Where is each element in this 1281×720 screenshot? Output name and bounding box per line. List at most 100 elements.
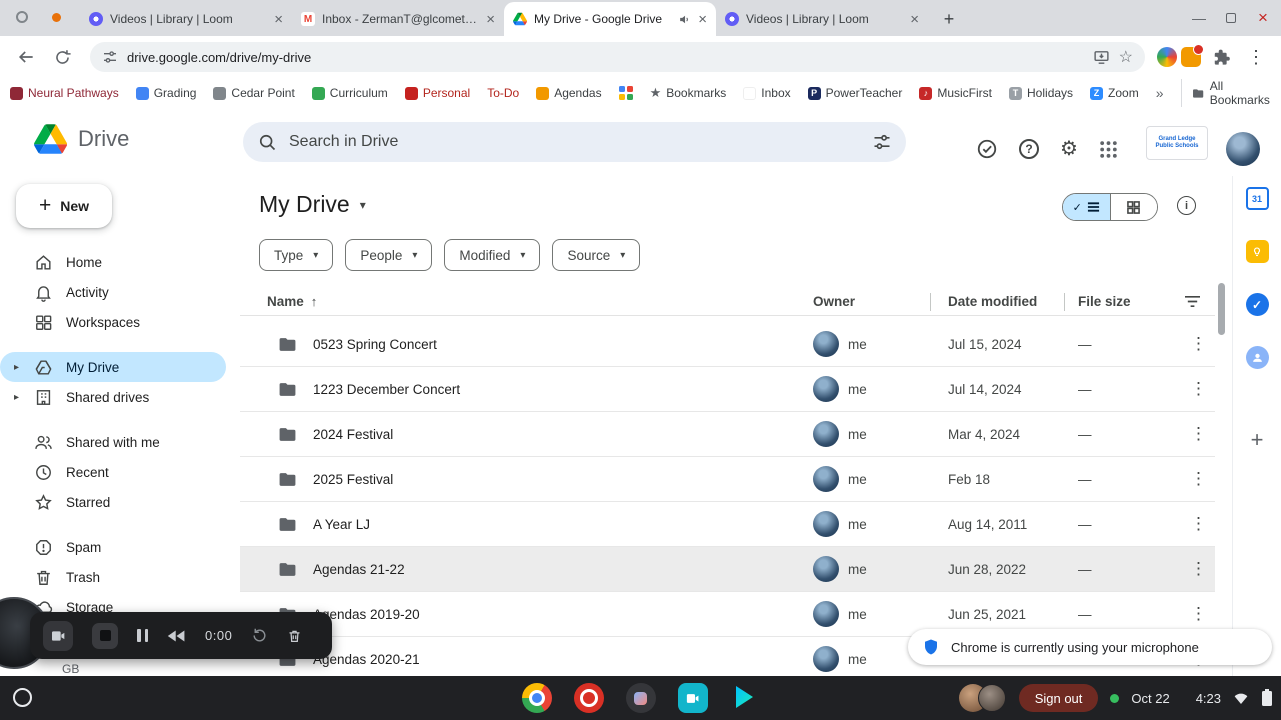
row-menu-icon[interactable]: ⋮ [1184, 559, 1207, 579]
dark-app-icon[interactable] [625, 683, 656, 713]
extension-icon-orange-badge[interactable] [1181, 44, 1204, 67]
launcher-icon[interactable] [13, 688, 32, 707]
bookmark-item[interactable]: ★ Bookmarks [650, 85, 727, 101]
extension-icon-colorful[interactable] [1157, 47, 1177, 67]
tab-google-drive-active[interactable]: My Drive - Google Drive × [504, 2, 716, 36]
back-icon[interactable] [10, 41, 42, 73]
sidebar-item-shared-with-me[interactable]: Shared with me [0, 427, 226, 457]
row-menu-icon[interactable]: ⋮ [1184, 604, 1207, 624]
maximize-button[interactable] [1226, 13, 1236, 23]
bookmark-star-icon[interactable]: ☆ [1119, 47, 1133, 67]
filter-type[interactable]: Type ▾ [259, 239, 334, 271]
sign-out-button[interactable]: Sign out [1018, 684, 1099, 712]
browser-menu-icon[interactable]: ⋮ [1241, 47, 1271, 68]
new-tab-button[interactable]: + [936, 6, 962, 32]
loom-pause-button[interactable] [137, 629, 148, 642]
battery-icon[interactable] [1261, 689, 1273, 707]
bookmark-item[interactable]: ♪ MusicFirst [919, 86, 992, 100]
loom-restart-button[interactable] [251, 627, 268, 644]
bookmark-item[interactable]: Personal [404, 86, 470, 100]
file-row[interactable]: 0523 Spring Concert me Jul 15, 2024 — ⋮ [240, 322, 1215, 367]
bookmark-item[interactable]: P PowerTeacher [807, 86, 902, 100]
account-avatars[interactable] [958, 684, 1007, 712]
shelf-date[interactable]: Oct 22 [1131, 691, 1169, 706]
tab-close-icon[interactable]: × [486, 12, 495, 27]
google-apps-grid-icon[interactable] [1099, 140, 1118, 159]
install-app-icon[interactable] [1093, 49, 1110, 66]
settings-gear-icon[interactable]: ⚙ [1060, 139, 1078, 159]
tab-close-icon[interactable]: × [698, 12, 707, 27]
tab-loom-1[interactable]: Videos | Library | Loom × [80, 2, 292, 36]
column-file-size[interactable]: File size [1078, 294, 1184, 309]
apps-grid-bookmark-icon[interactable] [618, 86, 633, 100]
bookmark-item[interactable]: To-Do [487, 86, 519, 100]
sidebar-item-starred[interactable]: Starred [0, 487, 226, 517]
column-date-modified[interactable]: Date modified [948, 294, 1078, 309]
row-menu-icon[interactable]: ⋮ [1184, 469, 1207, 489]
bookmark-item[interactable]: Inbox [743, 86, 791, 100]
reload-icon[interactable] [46, 41, 78, 73]
file-row[interactable]: A Year LJ me Aug 14, 2011 — ⋮ [240, 502, 1215, 547]
wifi-icon[interactable] [1233, 690, 1249, 706]
drive-logo[interactable]: Drive [34, 124, 129, 154]
tab-loom-2[interactable]: Videos | Library | Loom × [716, 2, 928, 36]
grid-view-button[interactable] [1109, 194, 1157, 220]
sidebar-item-home[interactable]: Home [0, 247, 226, 277]
red-app-icon[interactable] [573, 683, 604, 713]
offline-status-icon[interactable] [976, 138, 998, 160]
row-menu-icon[interactable]: ⋮ [1184, 424, 1207, 444]
sidebar-item-trash[interactable]: Trash [0, 562, 226, 592]
extensions-puzzle-icon[interactable] [1205, 41, 1237, 73]
file-row[interactable]: 1223 December Concert me Jul 14, 2024 — … [240, 367, 1215, 412]
site-info-icon[interactable] [102, 49, 118, 65]
address-bar[interactable]: drive.google.com/drive/my-drive ☆ [90, 42, 1145, 72]
loom-stop-button[interactable] [92, 622, 118, 649]
expand-caret-icon[interactable]: ▸ [14, 392, 30, 403]
sidebar-item-spam[interactable]: Spam [0, 532, 226, 562]
file-row[interactable]: 2024 Festival me Mar 4, 2024 — ⋮ [240, 412, 1215, 457]
tab-gmail-inbox[interactable]: Inbox - ZermanT@glcomets.ne × [292, 2, 504, 36]
calendar-icon[interactable] [1245, 187, 1269, 210]
sidebar-item-shared-drives[interactable]: ▸ Shared drives [0, 382, 226, 412]
search-filters-icon[interactable] [872, 132, 892, 152]
table-settings-icon[interactable] [1184, 294, 1201, 309]
filter-people[interactable]: People ▾ [345, 239, 433, 271]
tab-close-icon[interactable]: × [910, 12, 919, 27]
tab-close-icon[interactable]: × [274, 12, 283, 27]
column-owner[interactable]: Owner [813, 294, 948, 309]
file-row[interactable]: 2025 Festival me Feb 18 — ⋮ [240, 457, 1215, 502]
details-info-icon[interactable]: i [1177, 196, 1196, 215]
expand-caret-icon[interactable]: ▸ [14, 362, 30, 373]
column-name[interactable]: Name ↑ [240, 294, 813, 309]
url-text[interactable]: drive.google.com/drive/my-drive [127, 50, 1084, 65]
loom-delete-button[interactable] [287, 628, 302, 644]
row-menu-icon[interactable]: ⋮ [1184, 334, 1207, 354]
new-button[interactable]: + New [16, 184, 112, 228]
sidebar-item-workspaces[interactable]: Workspaces [0, 307, 226, 337]
contacts-icon[interactable] [1245, 346, 1269, 369]
all-bookmarks-button[interactable]: All Bookmarks [1180, 79, 1273, 107]
minimize-button[interactable]: — [1191, 10, 1207, 26]
loom-camera-button[interactable] [43, 620, 73, 651]
list-view-button[interactable]: ✓ [1063, 194, 1110, 220]
sidebar-item-activity[interactable]: Activity [0, 277, 226, 307]
search-input[interactable] [289, 133, 860, 151]
file-row-highlighted[interactable]: Agendas 21-22 me Jun 28, 2022 — ⋮ [240, 547, 1215, 592]
sidebar-item-recent[interactable]: Recent [0, 457, 226, 487]
bookmark-item[interactable]: Curriculum [311, 86, 388, 100]
help-icon[interactable]: ? [1019, 139, 1039, 159]
play-app-icon[interactable] [730, 683, 760, 713]
bookmark-item[interactable]: Agendas [536, 86, 602, 100]
close-window-button[interactable]: × [1255, 8, 1271, 27]
microphone-notification[interactable]: Chrome is currently using your microphon… [908, 629, 1272, 665]
shelf-time[interactable]: 4:23 [1196, 691, 1221, 706]
loom-rewind-button[interactable] [167, 629, 186, 643]
bookmark-item[interactable]: Neural Pathways [10, 86, 119, 100]
sidebar-item-my-drive[interactable]: ▸ My Drive [0, 352, 226, 382]
bookmarks-overflow-icon[interactable]: » [1156, 85, 1164, 101]
chrome-app-icon[interactable] [521, 683, 552, 713]
add-panel-app-icon[interactable]: + [1251, 427, 1264, 453]
page-title[interactable]: My Drive ▾ [259, 191, 366, 218]
filter-modified[interactable]: Modified ▾ [444, 239, 541, 271]
tab-audio-icon[interactable] [678, 13, 691, 26]
